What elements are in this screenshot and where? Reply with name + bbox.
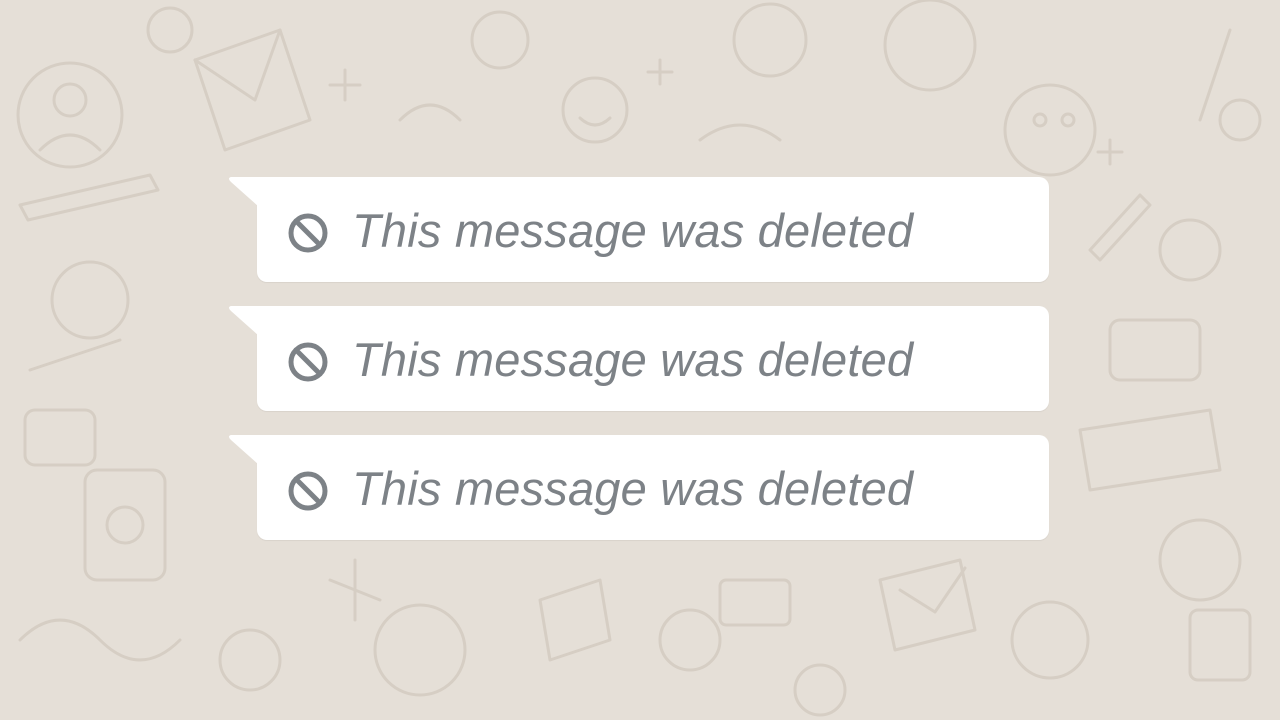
deleted-message-text: This message was deleted (352, 333, 914, 386)
deleted-message-icon (288, 471, 328, 511)
deleted-message-bubble[interactable]: This message was deleted (229, 306, 1049, 411)
message-list: This message was deleted This message wa… (0, 0, 1280, 720)
deleted-message-text: This message was deleted (352, 204, 914, 257)
bubble-tail (229, 306, 259, 336)
deleted-message-icon (288, 213, 328, 253)
deleted-message-text: This message was deleted (352, 462, 914, 515)
bubble-tail (229, 177, 259, 207)
bubble-tail (229, 435, 259, 465)
deleted-message-bubble[interactable]: This message was deleted (229, 177, 1049, 282)
deleted-message-bubble[interactable]: This message was deleted (229, 435, 1049, 540)
deleted-message-icon (288, 342, 328, 382)
